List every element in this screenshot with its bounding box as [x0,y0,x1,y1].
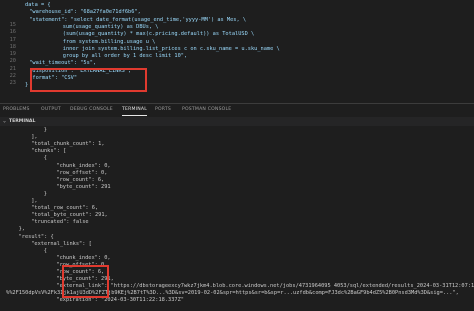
tab-output[interactable]: OUTPUT [41,107,61,112]
code-line: (sum(usage_quantity) * max(c.pricing.def… [62,31,255,38]
line-number: 20 [9,58,16,65]
highlight-box-external-link [62,265,109,298]
line-number: 16 [9,29,16,36]
tab-ports[interactable]: PORTS [155,107,171,112]
terminal-line: "chunks": [ [31,148,67,155]
line-number: 21 [9,65,16,72]
tab-postman-console[interactable]: POSTMAN CONSOLE [182,107,231,112]
line-number: 19 [9,51,16,58]
chevron-down-icon[interactable]: ⌄ [3,118,6,124]
line-number: 22 [9,73,16,79]
tab-problems[interactable]: PROBLEMS [3,107,30,112]
line-number-gutter: 15 16 17 18 19 20 21 22 23 [0,0,20,98]
line-number: 17 [9,36,16,43]
tab-debug-console[interactable]: DEBUG CONSOLE [70,107,113,112]
code-line: "wait_timeout": "5s", [29,60,97,67]
code-line: sum(usage_quantity) as DBUs, \ [62,23,159,30]
panel-tab-bar: PROBLEMS OUTPUT DEBUG CONSOLE TERMINAL P… [0,103,474,116]
tab-terminal[interactable]: TERMINAL [122,107,147,116]
code-line: group by all order by 1 desc limit 10", [62,53,188,60]
terminal-line: } [43,190,47,197]
code-line: "statement": "select date_format(usage_e… [29,16,247,23]
line-number: 23 [9,80,16,87]
code-line: inner join system.billing.list_prices c … [62,45,280,52]
terminal-line: "expiration": "2024-03-30T11:22:18.337Z" [56,297,184,304]
terminal-line: { [43,155,47,162]
highlight-box-disposition [30,68,147,92]
terminal-line: { [43,247,47,254]
terminal-line: } [43,127,47,133]
code-editor[interactable]: 15 16 17 18 19 20 21 22 23 data = {"warehouse_id… [0,0,474,98]
code-line: } [25,82,29,89]
terminal-line: "truncated": false [31,219,89,226]
code-line: from system.billing.usage u \ [62,38,156,45]
code-line: "warehouse_id": "68a27fa0e71df6b6", [29,9,141,16]
line-number: 18 [9,43,16,50]
terminal-line: "external_links": [ [31,240,92,247]
terminal-title: TERMINAL [9,119,36,124]
code-line: data = { [25,2,51,8]
line-number: 15 [9,21,16,28]
terminal-header[interactable]: ⌄ TERMINAL [0,117,474,126]
terminal-line: "byte_count": 291 [56,183,111,190]
